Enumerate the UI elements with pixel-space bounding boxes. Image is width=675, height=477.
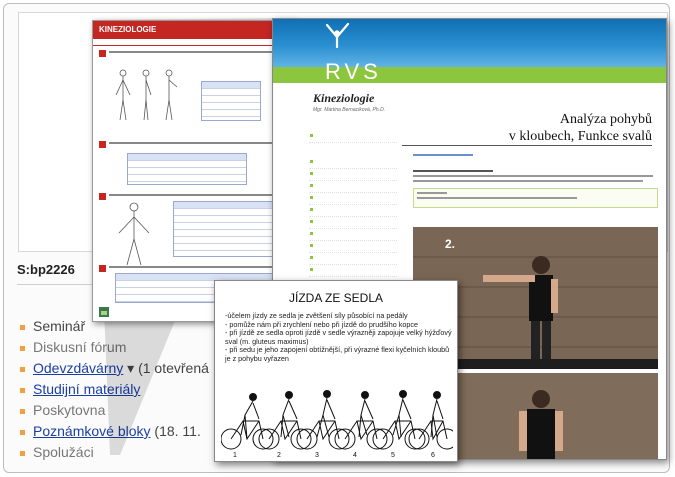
sidebar-item[interactable]	[309, 157, 397, 169]
heading-line-2: v kloubech, Funkce svalů	[508, 129, 652, 144]
worksheet-table	[201, 81, 261, 121]
bike-number: 6	[431, 452, 435, 459]
sidebar-item[interactable]	[309, 205, 397, 217]
bike-number: 2	[277, 452, 281, 459]
cycling-slide[interactable]: JÍZDA ZE SEDLA -účelem jízdy ze sedla je…	[214, 280, 458, 462]
bike-number: 5	[391, 452, 395, 459]
sidebar-item[interactable]	[309, 229, 397, 241]
bike-number: 1	[233, 452, 237, 459]
rvs-logo: RVS	[325, 59, 382, 84]
sidebar-item[interactable]	[309, 217, 397, 229]
image-icon	[99, 307, 109, 317]
sidebar-item[interactable]	[309, 181, 397, 193]
video-number: 2.	[445, 237, 456, 251]
sidebar-item[interactable]	[309, 241, 397, 253]
rvs-content	[413, 151, 658, 208]
worksheet-table	[173, 201, 288, 257]
bike-number: 3	[315, 452, 319, 459]
slide-line: - při jízdě ze sedla oproti jízdě v sedl…	[225, 328, 452, 346]
rvs-logo-figure-icon	[325, 22, 350, 49]
skeleton-figure-icon	[118, 202, 150, 266]
cyclist-sequence-illustration: 1 2 3 4 5 6	[221, 390, 453, 459]
sidebar-item[interactable]	[309, 193, 397, 205]
rvs-author: Mgr. Martina Bernaciková, Ph.D.	[313, 107, 386, 113]
slide-title: JÍZDA ZE SEDLA	[288, 291, 384, 305]
worksheet-section	[99, 50, 290, 58]
paragraph-line	[413, 175, 653, 177]
worksheet-table	[127, 153, 247, 185]
worksheet-section	[99, 265, 294, 273]
worksheet-subheader	[93, 39, 296, 46]
slide-line: - při sedu je jeho zapojení obtížnější, …	[225, 345, 450, 363]
sidebar-item[interactable]	[309, 131, 397, 143]
sidebar-item[interactable]	[309, 169, 397, 181]
worksheet-thumbnail[interactable]: KINEZIOLOGIE	[92, 20, 297, 322]
breadcrumb-link[interactable]	[413, 154, 473, 156]
info-note	[413, 188, 658, 208]
paragraph-line	[413, 180, 643, 182]
section-heading	[413, 170, 493, 172]
rvs-course-title: Kineziologie	[313, 91, 375, 105]
sidebar-item[interactable]	[309, 253, 397, 265]
heading-rule	[402, 145, 652, 146]
worksheet-section	[99, 141, 294, 149]
slide-text: -účelem jízdy ze sedla je zvětšení síly …	[225, 311, 453, 364]
rvs-page-heading: Analýza pohybů v kloubech, Funkce svalů	[509, 111, 652, 145]
sidebar-item[interactable]	[309, 265, 397, 277]
heading-line-1: Analýza pohybů	[559, 112, 652, 127]
worksheet-title: KINEZIOLOGIE	[93, 21, 296, 39]
bike-number: 4	[353, 452, 357, 459]
rvs-header: RVS	[273, 19, 666, 84]
anatomy-figures-icon	[115, 69, 178, 121]
